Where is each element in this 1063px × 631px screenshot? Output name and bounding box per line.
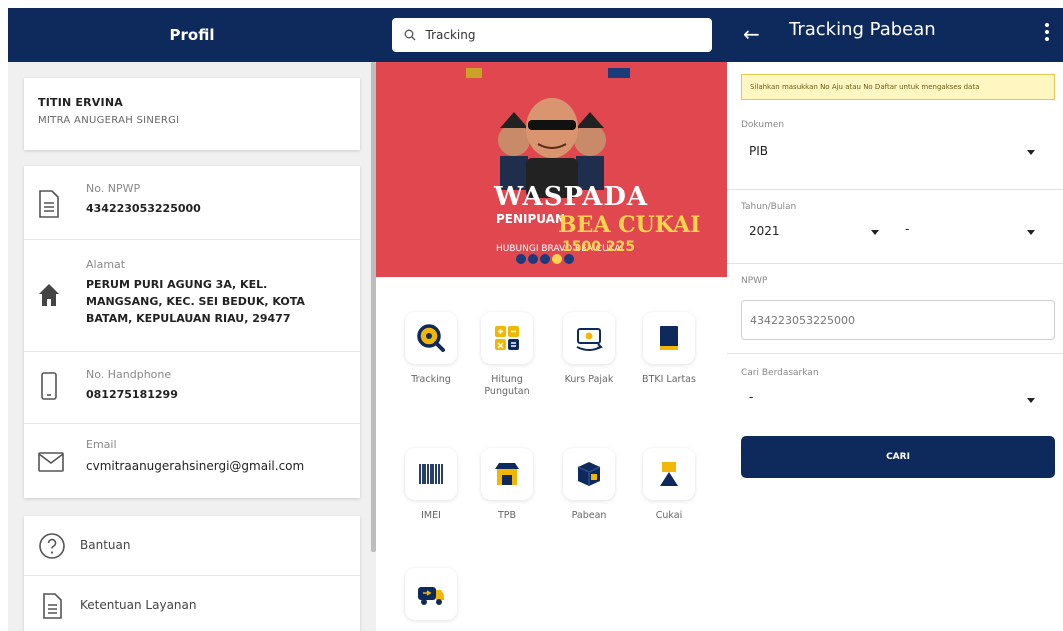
menu-cukai-label: Cukai [655, 510, 683, 521]
terms-item[interactable]: Ketentuan Layanan [24, 576, 360, 631]
menu-delivery[interactable] [396, 568, 466, 620]
tracking-header: ← Tracking Pabean [727, 8, 1063, 62]
book-icon [660, 326, 678, 350]
magnifier-icon [417, 324, 445, 352]
chevron-down-icon [1027, 150, 1035, 155]
email-value: cvmitraanugerahsinergi@gmail.com [86, 459, 305, 473]
chevron-down-icon [1027, 398, 1035, 403]
question-circle-icon [39, 533, 65, 559]
npwp-input[interactable]: 434223053225000 [741, 300, 1055, 340]
menu-imei[interactable]: IMEI [396, 448, 466, 522]
more-vertical-icon[interactable] [1045, 22, 1049, 42]
dokumen-value: PIB [749, 144, 769, 158]
menu-kurs-pajak-label: Kurs Pajak [564, 374, 614, 385]
menu-pabean[interactable]: Pabean [554, 448, 624, 522]
npwp-field-label: NPWP [741, 276, 768, 286]
address-value: PERUM PURI AGUNG 3A, KEL. MANGSANG, KEC.… [86, 278, 305, 325]
dokumen-select[interactable]: Dokumen PIB [727, 108, 1063, 190]
menu-tpb-label: TPB [497, 510, 517, 521]
chevron-down-icon[interactable] [871, 230, 879, 235]
banner-agency: BEA CUKAI [558, 212, 701, 238]
cari-berdasarkan-label: Cari Berdasarkan [741, 368, 819, 378]
cari-button[interactable]: CARI [741, 436, 1055, 478]
npwp-value: 434223053225000 [86, 202, 201, 215]
menu-tracking[interactable]: Tracking [396, 312, 466, 386]
tahun-value[interactable]: 2021 [749, 224, 780, 238]
banner-hotline: 1500 225 [562, 239, 636, 255]
user-name-card: TITIN ERVINA MITRA ANUGERAH SINERGI [24, 78, 360, 150]
tahun-label: Tahun/Bulan [741, 202, 797, 212]
banner-subtitle: PENIPUAN [496, 212, 565, 226]
profile-panel: Profil TITIN ERVINA MITRA ANUGERAH SINER… [8, 8, 376, 631]
delivery-truck-icon [418, 587, 444, 605]
terms-label: Ketentuan Layanan [80, 598, 197, 612]
user-company: MITRA ANUGERAH SINERGI [38, 115, 180, 126]
address-label: Alamat [86, 258, 126, 271]
npwp-row: No. NPWP 434223053225000 [24, 166, 360, 240]
smartphone-icon [41, 372, 57, 400]
warehouse-icon [495, 463, 519, 485]
help-label: Bantuan [80, 538, 131, 552]
support-card: Bantuan Ketentuan Layanan [24, 516, 360, 631]
home-panel: Tracking WASPADA PENIPUAN BEA CUKAI HUBU… [376, 8, 727, 631]
search-bar[interactable]: Tracking [391, 18, 712, 52]
menu-btki-lartas-label: BTKI Lartas [642, 374, 696, 385]
menu-kurs-pajak[interactable]: Kurs Pajak [554, 312, 624, 386]
user-info-card: No. NPWP 434223053225000 Alamat PERUM PU… [24, 166, 360, 498]
menu-cukai[interactable]: Cukai [634, 448, 704, 522]
phone-value: 081275181299 [86, 388, 178, 401]
tahun-bulan-field: Tahun/Bulan 2021 - [727, 190, 1063, 264]
package-icon [577, 462, 601, 486]
help-item[interactable]: Bantuan [24, 516, 360, 576]
npwp-label: No. NPWP [86, 182, 141, 195]
banner-headline: WASPADA [494, 182, 649, 212]
excise-icon [660, 462, 678, 486]
menu-pabean-label: Pabean [571, 510, 607, 521]
currency-exchange-icon [576, 328, 603, 351]
menu-tracking-label: Tracking [411, 374, 451, 385]
phone-row: No. Handphone 081275181299 [24, 352, 360, 424]
home-icon [39, 284, 59, 306]
menu-hitung-pungutan[interactable]: Hitung Pungutan [472, 312, 542, 398]
calculator-icon [495, 326, 519, 350]
info-notice: Silahkan masukkan No Aju atau No Daftar … [741, 74, 1055, 100]
address-row: Alamat PERUM PURI AGUNG 3A, KEL. MANGSAN… [24, 240, 360, 352]
mail-icon [38, 452, 64, 472]
search-icon [404, 29, 415, 41]
document-icon [43, 593, 62, 619]
tracking-panel: ← Tracking Pabean Silahkan masukkan No A… [727, 8, 1063, 631]
profile-header: Profil [8, 8, 376, 62]
tracking-title: Tracking Pabean [789, 19, 936, 40]
menu-btki-lartas[interactable]: BTKI Lartas [634, 312, 704, 386]
search-text: Tracking [425, 28, 476, 42]
chevron-down-icon[interactable] [1027, 230, 1035, 235]
email-label: Email [86, 438, 117, 451]
email-row: Email cvmitraanugerahsinergi@gmail.com [24, 424, 360, 498]
phone-label: No. Handphone [86, 368, 172, 381]
dokumen-label: Dokumen [741, 120, 785, 130]
cari-berdasarkan-value: - [749, 390, 754, 404]
home-header: Tracking [376, 8, 727, 62]
back-arrow-icon[interactable]: ← [743, 22, 760, 46]
promo-banner[interactable]: WASPADA PENIPUAN BEA CUKAI HUBUNGI BRAVO… [376, 62, 727, 277]
menu-imei-label: IMEI [421, 510, 441, 521]
bulan-value[interactable]: - [905, 222, 909, 236]
user-name: TITIN ERVINA [38, 96, 123, 109]
menu-tpb[interactable]: TPB [472, 448, 542, 522]
profile-title: Profil [169, 26, 215, 44]
document-icon [39, 190, 59, 218]
menu-hitung-pungutan-label: Hitung Pungutan [484, 374, 530, 397]
barcode-icon [419, 464, 443, 484]
cari-berdasarkan-select[interactable]: Cari Berdasarkan - [727, 354, 1063, 426]
